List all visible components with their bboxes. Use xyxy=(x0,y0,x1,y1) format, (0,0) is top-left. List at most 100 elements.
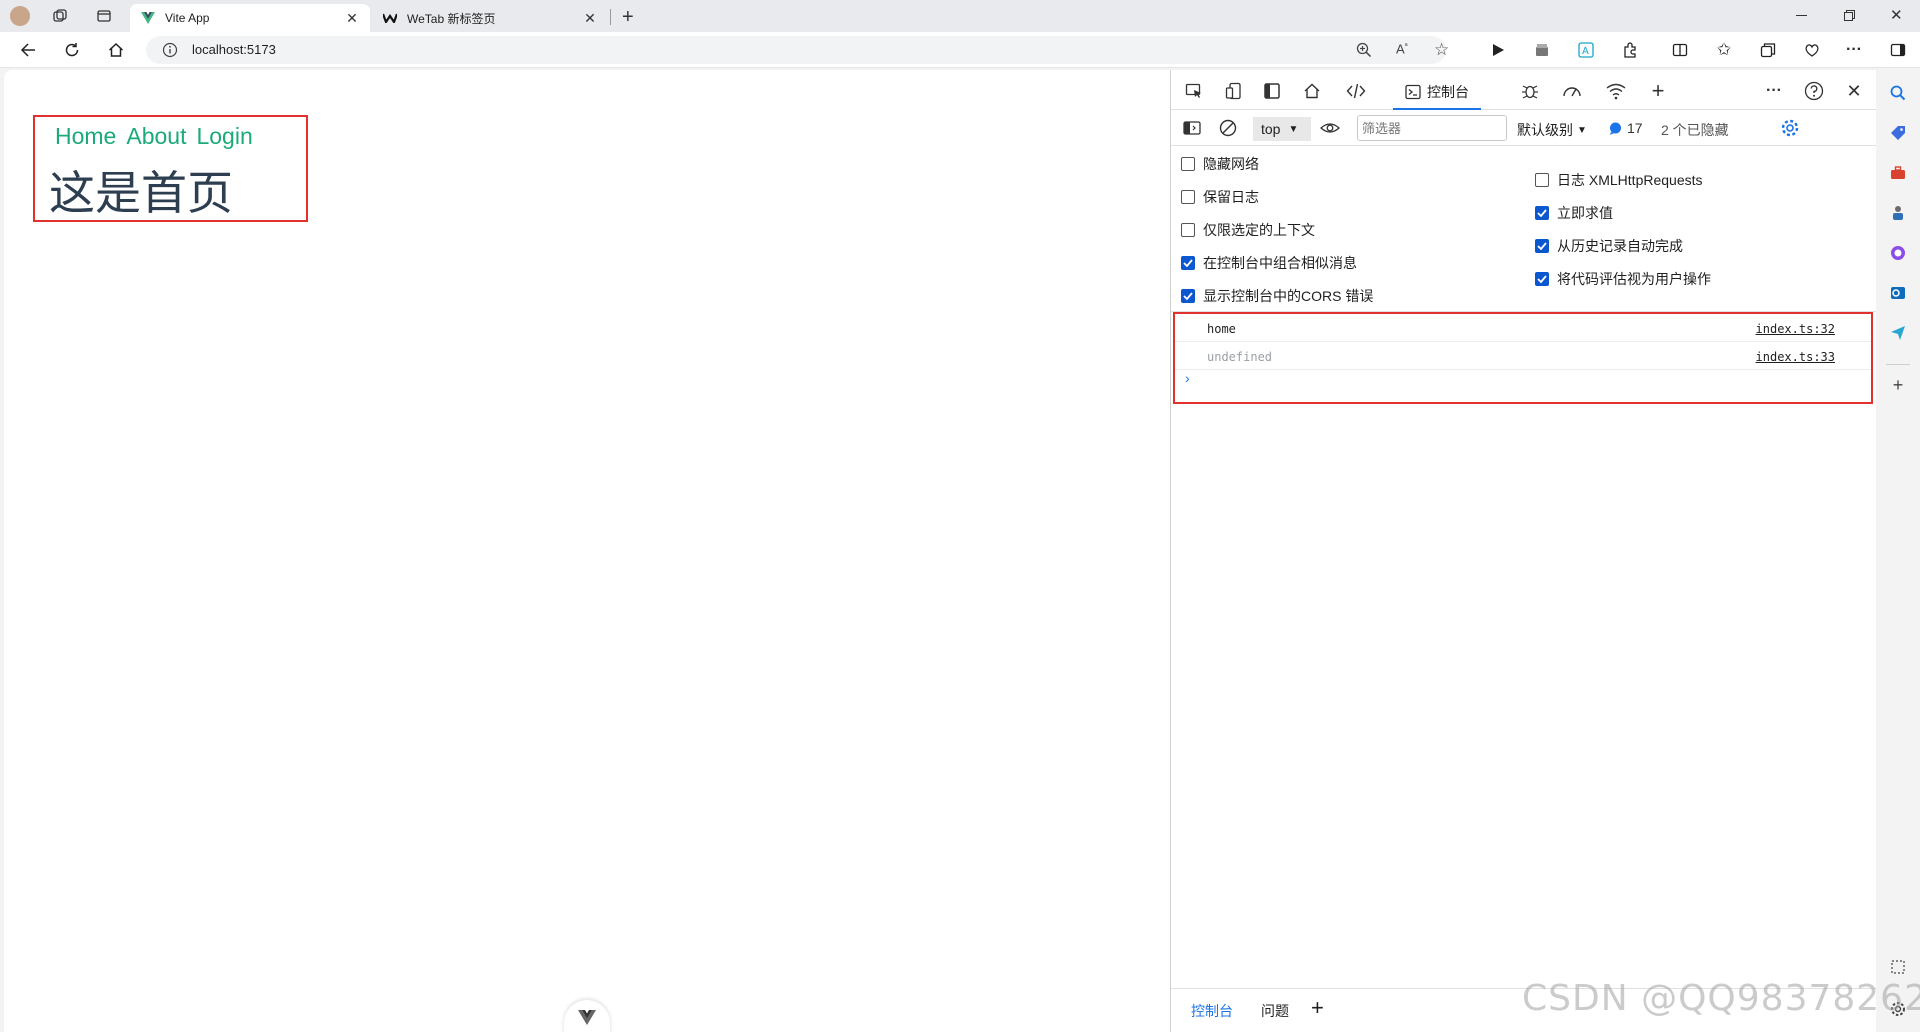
performance-icon[interactable] xyxy=(1559,78,1585,104)
dropdown-arrow-icon: ▼ xyxy=(1288,123,1299,135)
highlight-box-page: Home About Login 这是首页 xyxy=(33,115,308,222)
sidebar-toggle-icon[interactable] xyxy=(1884,36,1912,64)
tab-wetab[interactable]: WeTab 新标签页 ✕ xyxy=(372,4,608,32)
tab-title: WeTab 新标签页 xyxy=(407,11,496,26)
close-tab-icon[interactable]: ✕ xyxy=(344,10,360,26)
setting-group-similar[interactable]: 在控制台中组合相似消息 xyxy=(1181,253,1357,273)
drawer-add-tab-icon[interactable]: + xyxy=(1311,995,1324,1021)
tab-vite-app[interactable]: Vite App ✕ xyxy=(130,4,370,32)
log-level-selector[interactable]: 默认级别 ▼ xyxy=(1517,120,1587,140)
collections-icon[interactable] xyxy=(1754,36,1782,64)
console-sidebar-icon[interactable] xyxy=(1179,115,1205,141)
nav-link-about[interactable]: About xyxy=(126,123,186,150)
url-text[interactable]: localhost:5173 xyxy=(192,42,276,57)
shopping-tag-icon[interactable] xyxy=(1887,122,1909,144)
checkbox-checked[interactable] xyxy=(1181,289,1195,303)
log-source-link[interactable]: index.ts:33 xyxy=(1756,350,1835,364)
drawer-tab-issues[interactable]: 问题 xyxy=(1261,1001,1289,1021)
page-viewport: Home About Login 这是首页 xyxy=(4,70,1170,1032)
clear-console-icon[interactable] xyxy=(1215,115,1241,141)
search-icon[interactable] xyxy=(1887,82,1909,104)
setting-log-xhr[interactable]: 日志 XMLHttpRequests xyxy=(1535,170,1703,190)
minimize-icon[interactable] xyxy=(1796,15,1807,16)
checkbox[interactable] xyxy=(1181,190,1195,204)
elements-icon[interactable] xyxy=(1343,78,1369,104)
log-level-value: 默认级别 xyxy=(1517,122,1573,138)
browser-essentials-icon[interactable] xyxy=(1798,36,1826,64)
extensions-icon[interactable] xyxy=(1616,36,1644,64)
checkbox-checked[interactable] xyxy=(1535,206,1549,220)
site-info-icon[interactable] xyxy=(162,42,178,58)
network-wifi-icon[interactable] xyxy=(1603,78,1629,104)
svg-text:A: A xyxy=(1582,46,1589,57)
setting-autocomplete-history[interactable]: 从历史记录自动完成 xyxy=(1535,236,1683,256)
dock-side-icon[interactable] xyxy=(1259,78,1285,104)
setting-label: 在控制台中组合相似消息 xyxy=(1203,255,1357,271)
setting-selected-context-only[interactable]: 仅限选定的上下文 xyxy=(1181,220,1315,240)
nav-link-home[interactable]: Home xyxy=(55,123,116,150)
tools-briefcase-icon[interactable] xyxy=(1887,162,1909,184)
checkbox[interactable] xyxy=(1181,157,1195,171)
outlook-icon[interactable] xyxy=(1887,282,1909,304)
send-icon[interactable] xyxy=(1887,322,1909,344)
add-sidebar-app-icon[interactable]: + xyxy=(1887,374,1909,396)
more-options-icon[interactable]: ··· xyxy=(1840,36,1868,64)
home-icon[interactable] xyxy=(102,36,130,64)
more-tools-plus-icon[interactable]: + xyxy=(1645,78,1671,104)
sources-bug-icon[interactable] xyxy=(1517,78,1543,104)
devtools-menu-icon[interactable]: ··· xyxy=(1761,78,1787,104)
welcome-home-icon[interactable] xyxy=(1299,78,1325,104)
message-count-badge[interactable]: 17 xyxy=(1609,120,1643,136)
read-aloud-icon[interactable]: Aᵃ xyxy=(1396,41,1408,56)
inspect-element-icon[interactable] xyxy=(1181,78,1207,104)
favorites-icon[interactable]: ✩ xyxy=(1710,36,1738,64)
log-source-link[interactable]: index.ts:32 xyxy=(1756,322,1835,336)
nav-link-login[interactable]: Login xyxy=(196,123,252,150)
tab-console[interactable]: 控制台 xyxy=(1393,76,1481,110)
profile-avatar[interactable] xyxy=(10,6,30,26)
checkbox[interactable] xyxy=(1181,223,1195,237)
favorite-star-icon[interactable]: ☆ xyxy=(1434,40,1449,60)
message-count: 17 xyxy=(1627,120,1643,136)
checkbox[interactable] xyxy=(1535,173,1549,187)
devtools-main-toolbar: 控制台 + ··· ✕ xyxy=(1171,70,1877,110)
setting-user-gesture[interactable]: 将代码评估视为用户操作 xyxy=(1535,269,1711,289)
console-prompt-chevron-icon[interactable]: › xyxy=(1185,370,1190,386)
zoom-icon[interactable] xyxy=(1356,42,1372,58)
restore-icon[interactable] xyxy=(1844,10,1855,21)
checkbox-checked[interactable] xyxy=(1535,272,1549,286)
extension-store-icon[interactable] xyxy=(1528,36,1556,64)
translate-icon[interactable]: A xyxy=(1572,36,1600,64)
setting-show-cors-errors[interactable]: 显示控制台中的CORS 错误 xyxy=(1181,286,1373,306)
setting-preserve-log[interactable]: 保留日志 xyxy=(1181,187,1259,207)
workspaces-icon[interactable] xyxy=(52,8,68,24)
checkbox-checked[interactable] xyxy=(1181,256,1195,270)
close-window-icon[interactable]: ✕ xyxy=(1890,6,1903,24)
page-heading: 这是首页 xyxy=(49,166,233,220)
split-screen-icon[interactable] xyxy=(1666,36,1694,64)
tab-actions-icon[interactable] xyxy=(96,8,112,24)
help-icon[interactable] xyxy=(1801,78,1827,104)
setting-hide-network[interactable]: 隐藏网络 xyxy=(1181,154,1259,174)
close-tab-icon[interactable]: ✕ xyxy=(582,10,598,26)
wetab-favicon-icon xyxy=(382,10,398,26)
context-selector[interactable]: top ▼ xyxy=(1253,117,1311,141)
live-expression-eye-icon[interactable] xyxy=(1317,115,1343,141)
new-tab-icon[interactable]: + xyxy=(622,6,634,29)
console-icon xyxy=(1405,84,1421,100)
console-filter-input[interactable] xyxy=(1357,115,1507,141)
close-devtools-icon[interactable]: ✕ xyxy=(1841,78,1867,104)
drawer-tab-console[interactable]: 控制台 xyxy=(1191,1001,1233,1021)
device-emulation-icon[interactable] xyxy=(1221,78,1247,104)
vue-devtools-button[interactable] xyxy=(564,1000,610,1032)
checkbox-checked[interactable] xyxy=(1535,239,1549,253)
back-icon[interactable] xyxy=(14,36,42,64)
setting-eager-eval[interactable]: 立即求值 xyxy=(1535,203,1613,223)
console-settings-gear-icon[interactable] xyxy=(1777,115,1803,141)
omnibox[interactable]: localhost:5173 Aᵃ ☆ xyxy=(146,36,1449,64)
screenshot-icon[interactable] xyxy=(1887,956,1909,978)
play-icon[interactable] xyxy=(1484,36,1512,64)
games-icon[interactable] xyxy=(1887,202,1909,224)
office-icon[interactable] xyxy=(1887,242,1909,264)
refresh-icon[interactable] xyxy=(58,36,86,64)
